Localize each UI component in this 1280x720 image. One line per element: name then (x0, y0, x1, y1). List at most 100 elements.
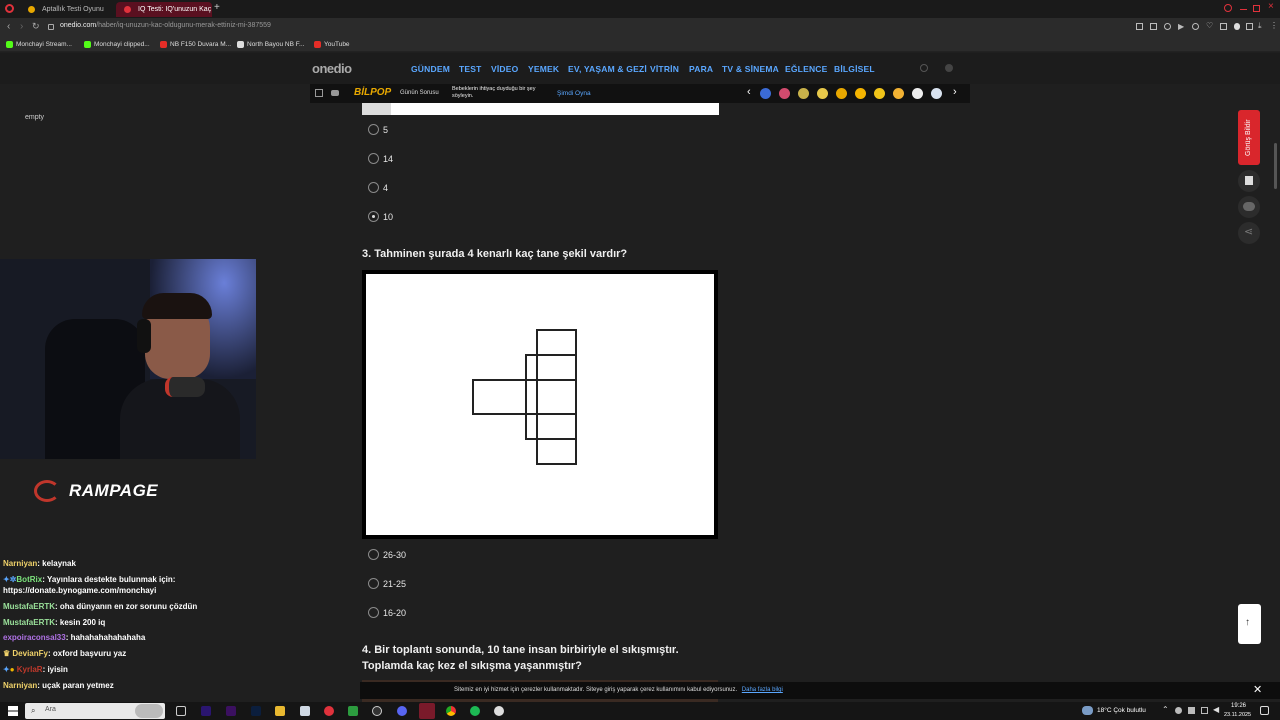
cookie-close-icon[interactable]: ✕ (1253, 682, 1262, 699)
search-tabs-icon[interactable] (1224, 4, 1232, 12)
tab-aptallik[interactable]: Aptallık Testi Oyunu Oyna (20, 2, 112, 28)
q2-option-label[interactable]: 5 (383, 125, 388, 135)
comments-button[interactable] (1238, 196, 1260, 218)
emoji-icon[interactable] (893, 88, 904, 99)
url-field[interactable]: onedio.com/haber/iq-unuzun-kac-oldugunu-… (60, 22, 271, 29)
tray-icon[interactable] (1188, 707, 1195, 714)
share-button[interactable]: ⋖ (1238, 222, 1260, 244)
nav-vitrin[interactable]: VİTRİN (650, 64, 679, 74)
app-icon[interactable] (494, 706, 504, 716)
notepad-icon[interactable] (300, 706, 310, 716)
extension-icon[interactable] (1246, 23, 1253, 30)
extension-icon[interactable] (1192, 23, 1199, 30)
extension-icon[interactable] (1220, 23, 1227, 30)
site-info-icon[interactable] (48, 24, 54, 30)
browser-logo-icon[interactable] (5, 4, 14, 13)
bookmark-item[interactable]: North Bayou NB F... (235, 37, 304, 52)
q2-option-radio-selected[interactable] (368, 211, 379, 222)
bilpop-logo[interactable]: BİLPOP (354, 87, 391, 98)
emoji-icon[interactable] (760, 88, 771, 99)
bookmark-button[interactable] (1238, 170, 1260, 192)
nav-video[interactable]: VİDEO (491, 64, 518, 74)
emoji-icon[interactable] (874, 88, 885, 99)
q3-option-radio[interactable] (368, 607, 379, 618)
q3-option-label[interactable]: 26-30 (383, 550, 406, 560)
clock-date[interactable]: 23.11.2025 (1224, 712, 1251, 718)
extension-icon[interactable] (1150, 23, 1157, 30)
windows-start-icon[interactable] (8, 706, 18, 716)
back-icon[interactable]: ‹ (7, 21, 10, 32)
nav-test[interactable]: TEST (459, 64, 482, 74)
q3-option-radio[interactable] (368, 578, 379, 589)
q2-option-radio[interactable] (368, 182, 379, 193)
weather-icon[interactable] (1082, 706, 1093, 715)
xbox-icon[interactable] (348, 706, 358, 716)
nav-ev-yasam-gezi[interactable]: EV, YAŞAM & GEZİ (568, 64, 647, 74)
chrome-icon[interactable] (446, 706, 456, 716)
minimize-icon[interactable] (1240, 9, 1247, 10)
bookmark-item[interactable]: NB F150 Duvara M... (158, 37, 231, 52)
photoshop-icon[interactable] (251, 706, 261, 716)
page-scrollbar[interactable] (1274, 143, 1277, 189)
extension-icon[interactable] (1136, 23, 1143, 30)
task-view-icon[interactable] (176, 706, 186, 716)
bookmark-item[interactable]: Monchayi Stream... (4, 37, 72, 52)
cookie-more-link[interactable]: Daha fazla bilgi (742, 687, 783, 693)
menu-icon[interactable]: ⋮ (1270, 21, 1278, 30)
tray-icon[interactable] (1175, 707, 1182, 714)
nav-gundem[interactable]: GÜNDEM (411, 64, 450, 74)
nav-eglence[interactable]: EĞLENCE (785, 64, 828, 74)
chevron-right-icon[interactable]: › (953, 86, 957, 98)
emoji-icon[interactable] (912, 88, 923, 99)
volume-icon[interactable]: ◀ (1213, 705, 1219, 714)
play-icon[interactable]: ▶ (1178, 22, 1184, 31)
nav-para[interactable]: PARA (689, 64, 713, 74)
emoji-icon[interactable] (817, 88, 828, 99)
taskbar-search[interactable]: ⌕ Ara (25, 703, 165, 719)
reload-icon[interactable]: ↻ (32, 21, 40, 32)
obs-icon[interactable] (372, 706, 382, 716)
game-icon[interactable] (331, 90, 339, 96)
q3-option-radio[interactable] (368, 549, 379, 560)
bookmark-item[interactable]: YouTube (312, 37, 350, 52)
download-icon[interactable]: ⤓ (1258, 21, 1262, 31)
close-window-icon[interactable]: × (1268, 1, 1274, 12)
tab-iq-test[interactable]: IQ Testi: IQ'unuzun Kaç Ol (116, 2, 212, 28)
q3-option-label[interactable]: 21-25 (383, 579, 406, 589)
bookmark-item[interactable]: Monchayi clipped... (82, 37, 150, 52)
file-explorer-icon[interactable] (275, 706, 285, 716)
premiere-icon[interactable] (201, 706, 211, 716)
wallet-icon[interactable] (1234, 23, 1240, 30)
emoji-icon[interactable] (779, 88, 790, 99)
spotify-icon[interactable] (470, 706, 480, 716)
clock-time[interactable]: 19:26 (1231, 703, 1246, 709)
play-now-link[interactable]: Şimdi Oyna (557, 90, 591, 97)
chevron-left-icon[interactable]: ‹ (747, 86, 751, 98)
grid-icon[interactable] (315, 89, 323, 97)
emoji-icon[interactable] (855, 88, 866, 99)
opera-icon[interactable] (324, 706, 334, 716)
tray-icon[interactable] (1201, 707, 1208, 714)
user-icon[interactable] (945, 64, 953, 72)
maximize-icon[interactable] (1253, 5, 1260, 12)
search-icon[interactable] (920, 64, 928, 72)
scroll-to-top-button[interactable]: ↑ (1238, 604, 1261, 644)
q2-option-label[interactable]: 10 (383, 212, 393, 222)
feedback-tab[interactable]: Görüş Bildir (1238, 110, 1260, 165)
premiere-pro-icon[interactable] (226, 706, 236, 716)
emoji-icon[interactable] (836, 88, 847, 99)
emoji-icon[interactable] (931, 88, 942, 99)
new-tab-button[interactable]: + (214, 2, 220, 13)
notification-icon[interactable] (1260, 706, 1269, 715)
site-logo[interactable]: onedio (312, 61, 352, 76)
heart-icon[interactable]: ♡ (1206, 21, 1213, 30)
opera-gx-icon[interactable] (419, 703, 435, 719)
forward-icon[interactable]: › (20, 21, 23, 32)
nav-tv-sinema[interactable]: TV & SİNEMA (722, 64, 779, 74)
tray-chevron-icon[interactable]: ⌃ (1162, 705, 1169, 714)
extension-icon[interactable] (1164, 23, 1171, 30)
discord-icon[interactable] (397, 706, 407, 716)
q2-option-label[interactable]: 14 (383, 154, 393, 164)
nav-yemek[interactable]: YEMEK (528, 64, 559, 74)
emoji-icon[interactable] (798, 88, 809, 99)
